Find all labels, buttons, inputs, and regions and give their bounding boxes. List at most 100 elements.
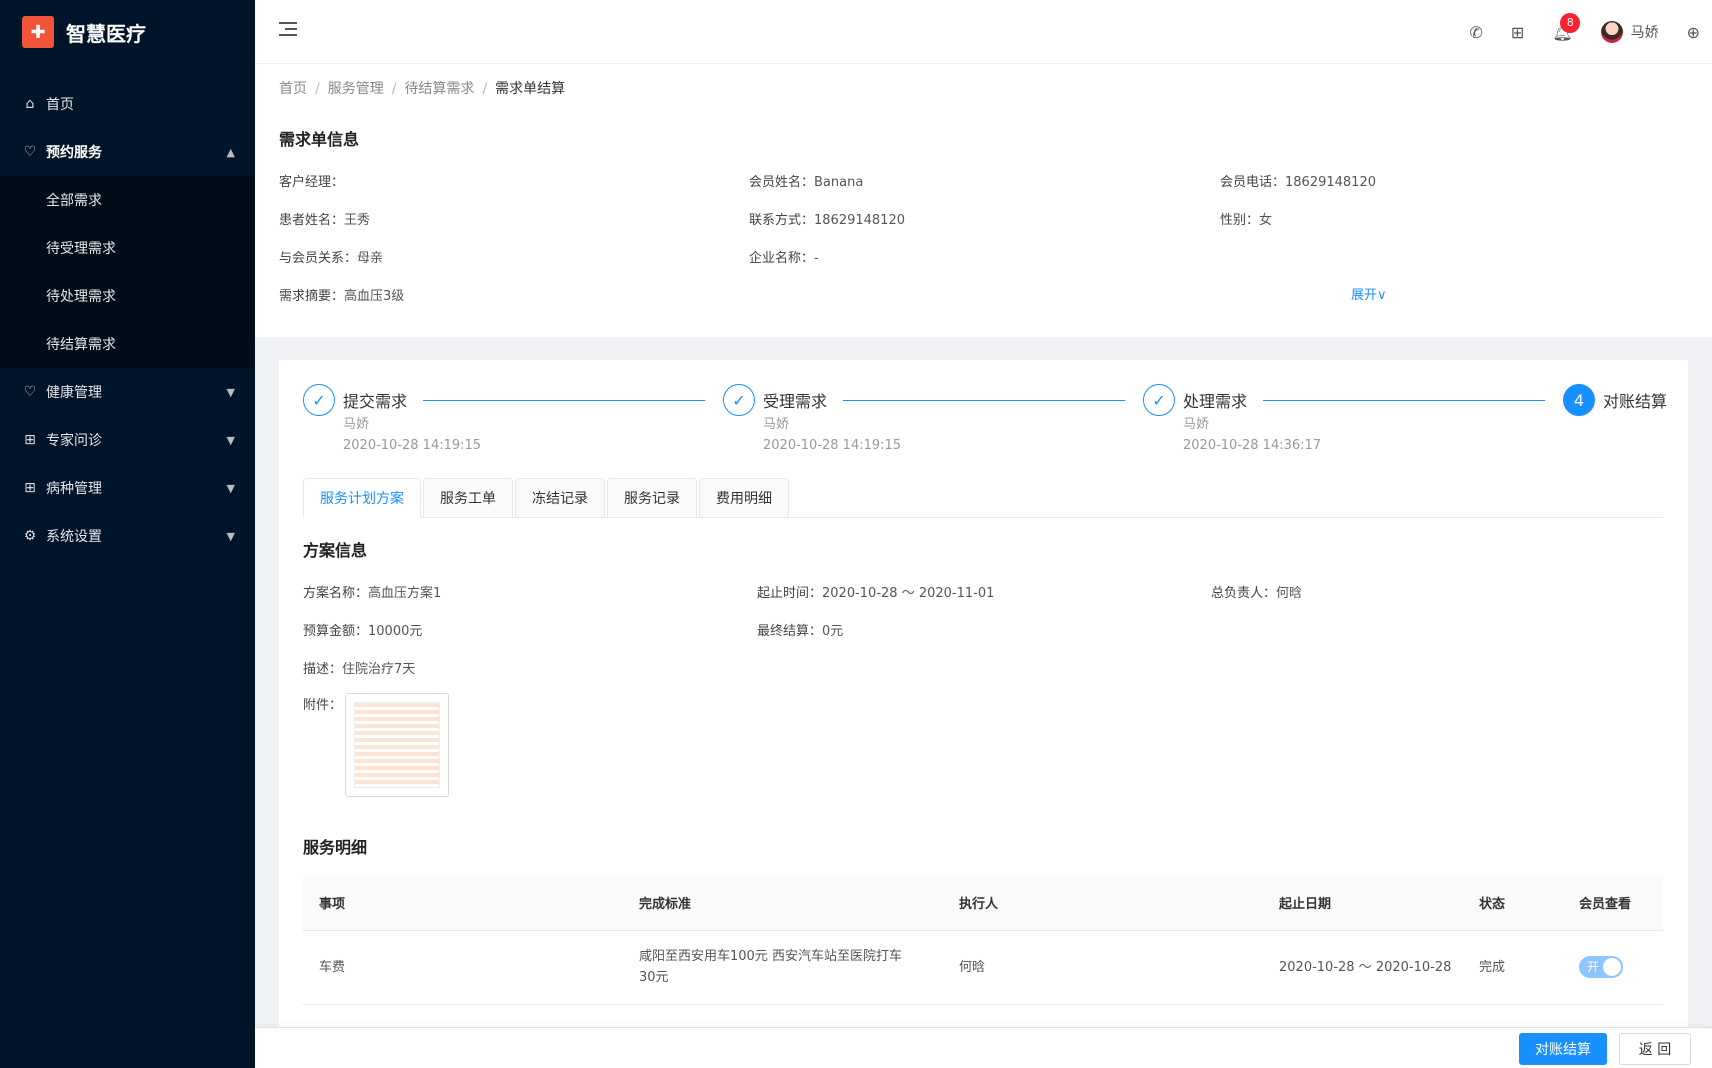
- plan-section-title: 方案信息: [303, 541, 368, 560]
- cell-standard: 咸阳至西安用车100元 西安汽车站至医院打车30元: [623, 930, 943, 1005]
- breadcrumb-item[interactable]: 首页: [279, 81, 307, 97]
- sidebar-item-pending-process[interactable]: 待处理需求: [0, 272, 255, 320]
- step-meta: 马娇 2020-10-28 14:36:17: [1183, 417, 1322, 453]
- sidebar-item-label: 全部需求: [46, 193, 102, 209]
- cell-status: 完成: [1463, 930, 1563, 1005]
- table-row: 车费 咸阳至西安用车100元 西安汽车站至医院打车30元 何晗 2020-10-…: [303, 930, 1663, 1005]
- field-gender: 性别：女: [1220, 213, 1273, 228]
- field-description: 描述：住院治疗7天: [303, 662, 416, 677]
- step-meta: 马娇 2020-10-28 14:19:15: [343, 417, 482, 453]
- home-icon: ⌂: [25, 96, 35, 112]
- sidebar: ✚ 智慧医疗 ⌂ 首页 ♡ 预约服务 ▲ 全部需求 待受理需求 待处理需求 待结…: [0, 0, 255, 1068]
- column-header: 状态: [1463, 876, 1563, 931]
- sidebar-item-all-demands[interactable]: 全部需求: [0, 176, 255, 224]
- progress-steps: ✓ 提交需求 马娇 2020-10-28 14:19:15 ✓ 受理需求 马娇 20…: [303, 384, 1673, 464]
- expand-link[interactable]: 展开∨: [1351, 284, 1387, 303]
- column-header: 事项: [303, 876, 623, 931]
- page-title: 需求单信息: [279, 130, 360, 149]
- user-name: 马娇: [1630, 25, 1659, 41]
- header-tools: ✆ ⊞ 🔔︎ 8 马娇 ⊕: [1455, 0, 1712, 64]
- sidebar-item-appointment[interactable]: ♡ 预约服务 ▲: [0, 128, 255, 176]
- app-name: 智慧医疗: [66, 21, 146, 46]
- gear-icon: ⚙: [23, 528, 37, 544]
- breadcrumb-item[interactable]: 待结算需求: [404, 81, 474, 97]
- check-icon: ✓: [1143, 384, 1175, 416]
- sidebar-item-label: 系统设置: [46, 529, 102, 545]
- sidebar-item-label: 健康管理: [46, 385, 102, 401]
- column-header: 执行人: [943, 876, 1263, 931]
- document-preview-icon: [354, 702, 440, 788]
- sidebar-item-settings[interactable]: ⚙ 系统设置 ▼: [0, 512, 255, 560]
- medical-plus-icon: ⊞: [24, 480, 36, 496]
- tab-service-plan[interactable]: 服务计划方案: [303, 478, 421, 518]
- chevron-down-icon: ▼: [226, 529, 235, 543]
- field-patient-name: 患者姓名：王秀: [279, 213, 371, 228]
- submenu-appointment: 全部需求 待受理需求 待处理需求 待结算需求: [0, 176, 255, 368]
- field-relation: 与会员关系：母亲: [279, 251, 384, 266]
- member-visible-toggle[interactable]: 开: [1579, 956, 1623, 978]
- phone-icon[interactable]: ✆: [1469, 23, 1482, 42]
- detail-tabs: 服务计划方案 服务工单 冻结记录 服务记录 费用明细: [303, 478, 1663, 518]
- chevron-down-icon: ∨: [1377, 288, 1387, 303]
- column-header: 起止日期: [1263, 876, 1463, 931]
- notification-badge: 8: [1560, 12, 1581, 33]
- back-button[interactable]: 返 回: [1619, 1033, 1691, 1065]
- heart-pulse-icon: ♡: [23, 384, 37, 400]
- logo[interactable]: ✚ 智慧医疗: [0, 0, 255, 64]
- settlement-card: ✓ 提交需求 马娇 2020-10-28 14:19:15 ✓ 受理需求 马娇 20…: [279, 360, 1688, 1068]
- field-plan-name: 方案名称：高血压方案1: [303, 586, 442, 601]
- sidebar-item-expert[interactable]: ⊞ 专家问诊 ▼: [0, 416, 255, 464]
- logo-icon: ✚: [22, 16, 54, 48]
- breadcrumb-current: 需求单结算: [495, 81, 566, 97]
- tab-fee-details[interactable]: 费用明细: [699, 478, 789, 518]
- avatar: [1600, 21, 1623, 43]
- step-connector: [1263, 400, 1545, 401]
- sidebar-item-home[interactable]: ⌂ 首页: [0, 80, 255, 128]
- tab-freeze-records[interactable]: 冻结记录: [515, 478, 605, 518]
- breadcrumb-item[interactable]: 服务管理: [328, 81, 384, 97]
- field-summary: 需求摘要：高血压3级: [279, 289, 405, 304]
- chevron-down-icon: ▼: [226, 433, 235, 447]
- table-header-row: 事项 完成标准 执行人 起止日期 状态 会员查看: [303, 876, 1663, 931]
- field-contact: 联系方式：18629148120: [749, 213, 905, 228]
- cell-item: 车费: [303, 930, 623, 1005]
- field-member-phone: 会员电话：18629148120: [1220, 175, 1376, 190]
- tab-work-order[interactable]: 服务工单: [423, 478, 513, 518]
- sidebar-item-health[interactable]: ♡ 健康管理 ▼: [0, 368, 255, 416]
- field-company: 企业名称：-: [749, 251, 819, 266]
- attachment-label: 附件：: [303, 698, 343, 713]
- sidebar-item-pending-accept[interactable]: 待受理需求: [0, 224, 255, 272]
- sidebar-item-label: 专家问诊: [46, 433, 102, 449]
- side-menu: ⌂ 首页 ♡ 预约服务 ▲ 全部需求 待受理需求 待处理需求 待结算需求 ♡ 健…: [0, 80, 255, 560]
- action-footer: 对账结算 返 回: [255, 1027, 1712, 1068]
- bell-icon[interactable]: 🔔︎ 8: [1552, 12, 1581, 42]
- step-title: 对账结算: [1603, 392, 1668, 411]
- breadcrumb: 首页 / 服务管理 / 待结算需求 / 需求单结算: [279, 81, 566, 97]
- cell-executor: 何晗: [943, 930, 1263, 1005]
- step-title: 提交需求: [343, 392, 408, 411]
- sidebar-item-label: 待结算需求: [46, 337, 116, 353]
- globe-icon[interactable]: ⊕: [1687, 23, 1700, 42]
- step-meta: 马娇 2020-10-28 14:19:15: [763, 417, 902, 453]
- sidebar-item-disease[interactable]: ⊞ 病种管理 ▼: [0, 464, 255, 512]
- user-menu[interactable]: 马娇: [1600, 21, 1659, 43]
- sidebar-item-label: 首页: [46, 97, 74, 113]
- field-budget: 预算金额：10000元: [303, 624, 423, 639]
- menu-toggle-icon[interactable]: [279, 22, 297, 38]
- field-final-settlement: 最终结算：0元: [757, 624, 844, 639]
- attachment-thumbnail[interactable]: [345, 693, 449, 797]
- tab-service-records[interactable]: 服务记录: [607, 478, 697, 518]
- field-plan-owner: 总负责人：何晗: [1211, 586, 1303, 601]
- column-header: 会员查看: [1563, 876, 1663, 931]
- sidebar-item-pending-settle[interactable]: 待结算需求: [0, 320, 255, 368]
- settle-button[interactable]: 对账结算: [1519, 1033, 1607, 1065]
- chevron-down-icon: ▼: [226, 385, 235, 399]
- chevron-up-icon: ▲: [226, 145, 235, 159]
- grid-icon[interactable]: ⊞: [1511, 23, 1524, 42]
- top-header: ✆ ⊞ 🔔︎ 8 马娇 ⊕: [255, 0, 1712, 64]
- field-member-name: 会员姓名：Banana: [749, 175, 864, 190]
- field-manager: 客户经理：: [279, 175, 345, 190]
- cell-member-visible: 开: [1563, 930, 1663, 1005]
- sidebar-item-label: 病种管理: [46, 481, 102, 497]
- step-title: 受理需求: [763, 392, 828, 411]
